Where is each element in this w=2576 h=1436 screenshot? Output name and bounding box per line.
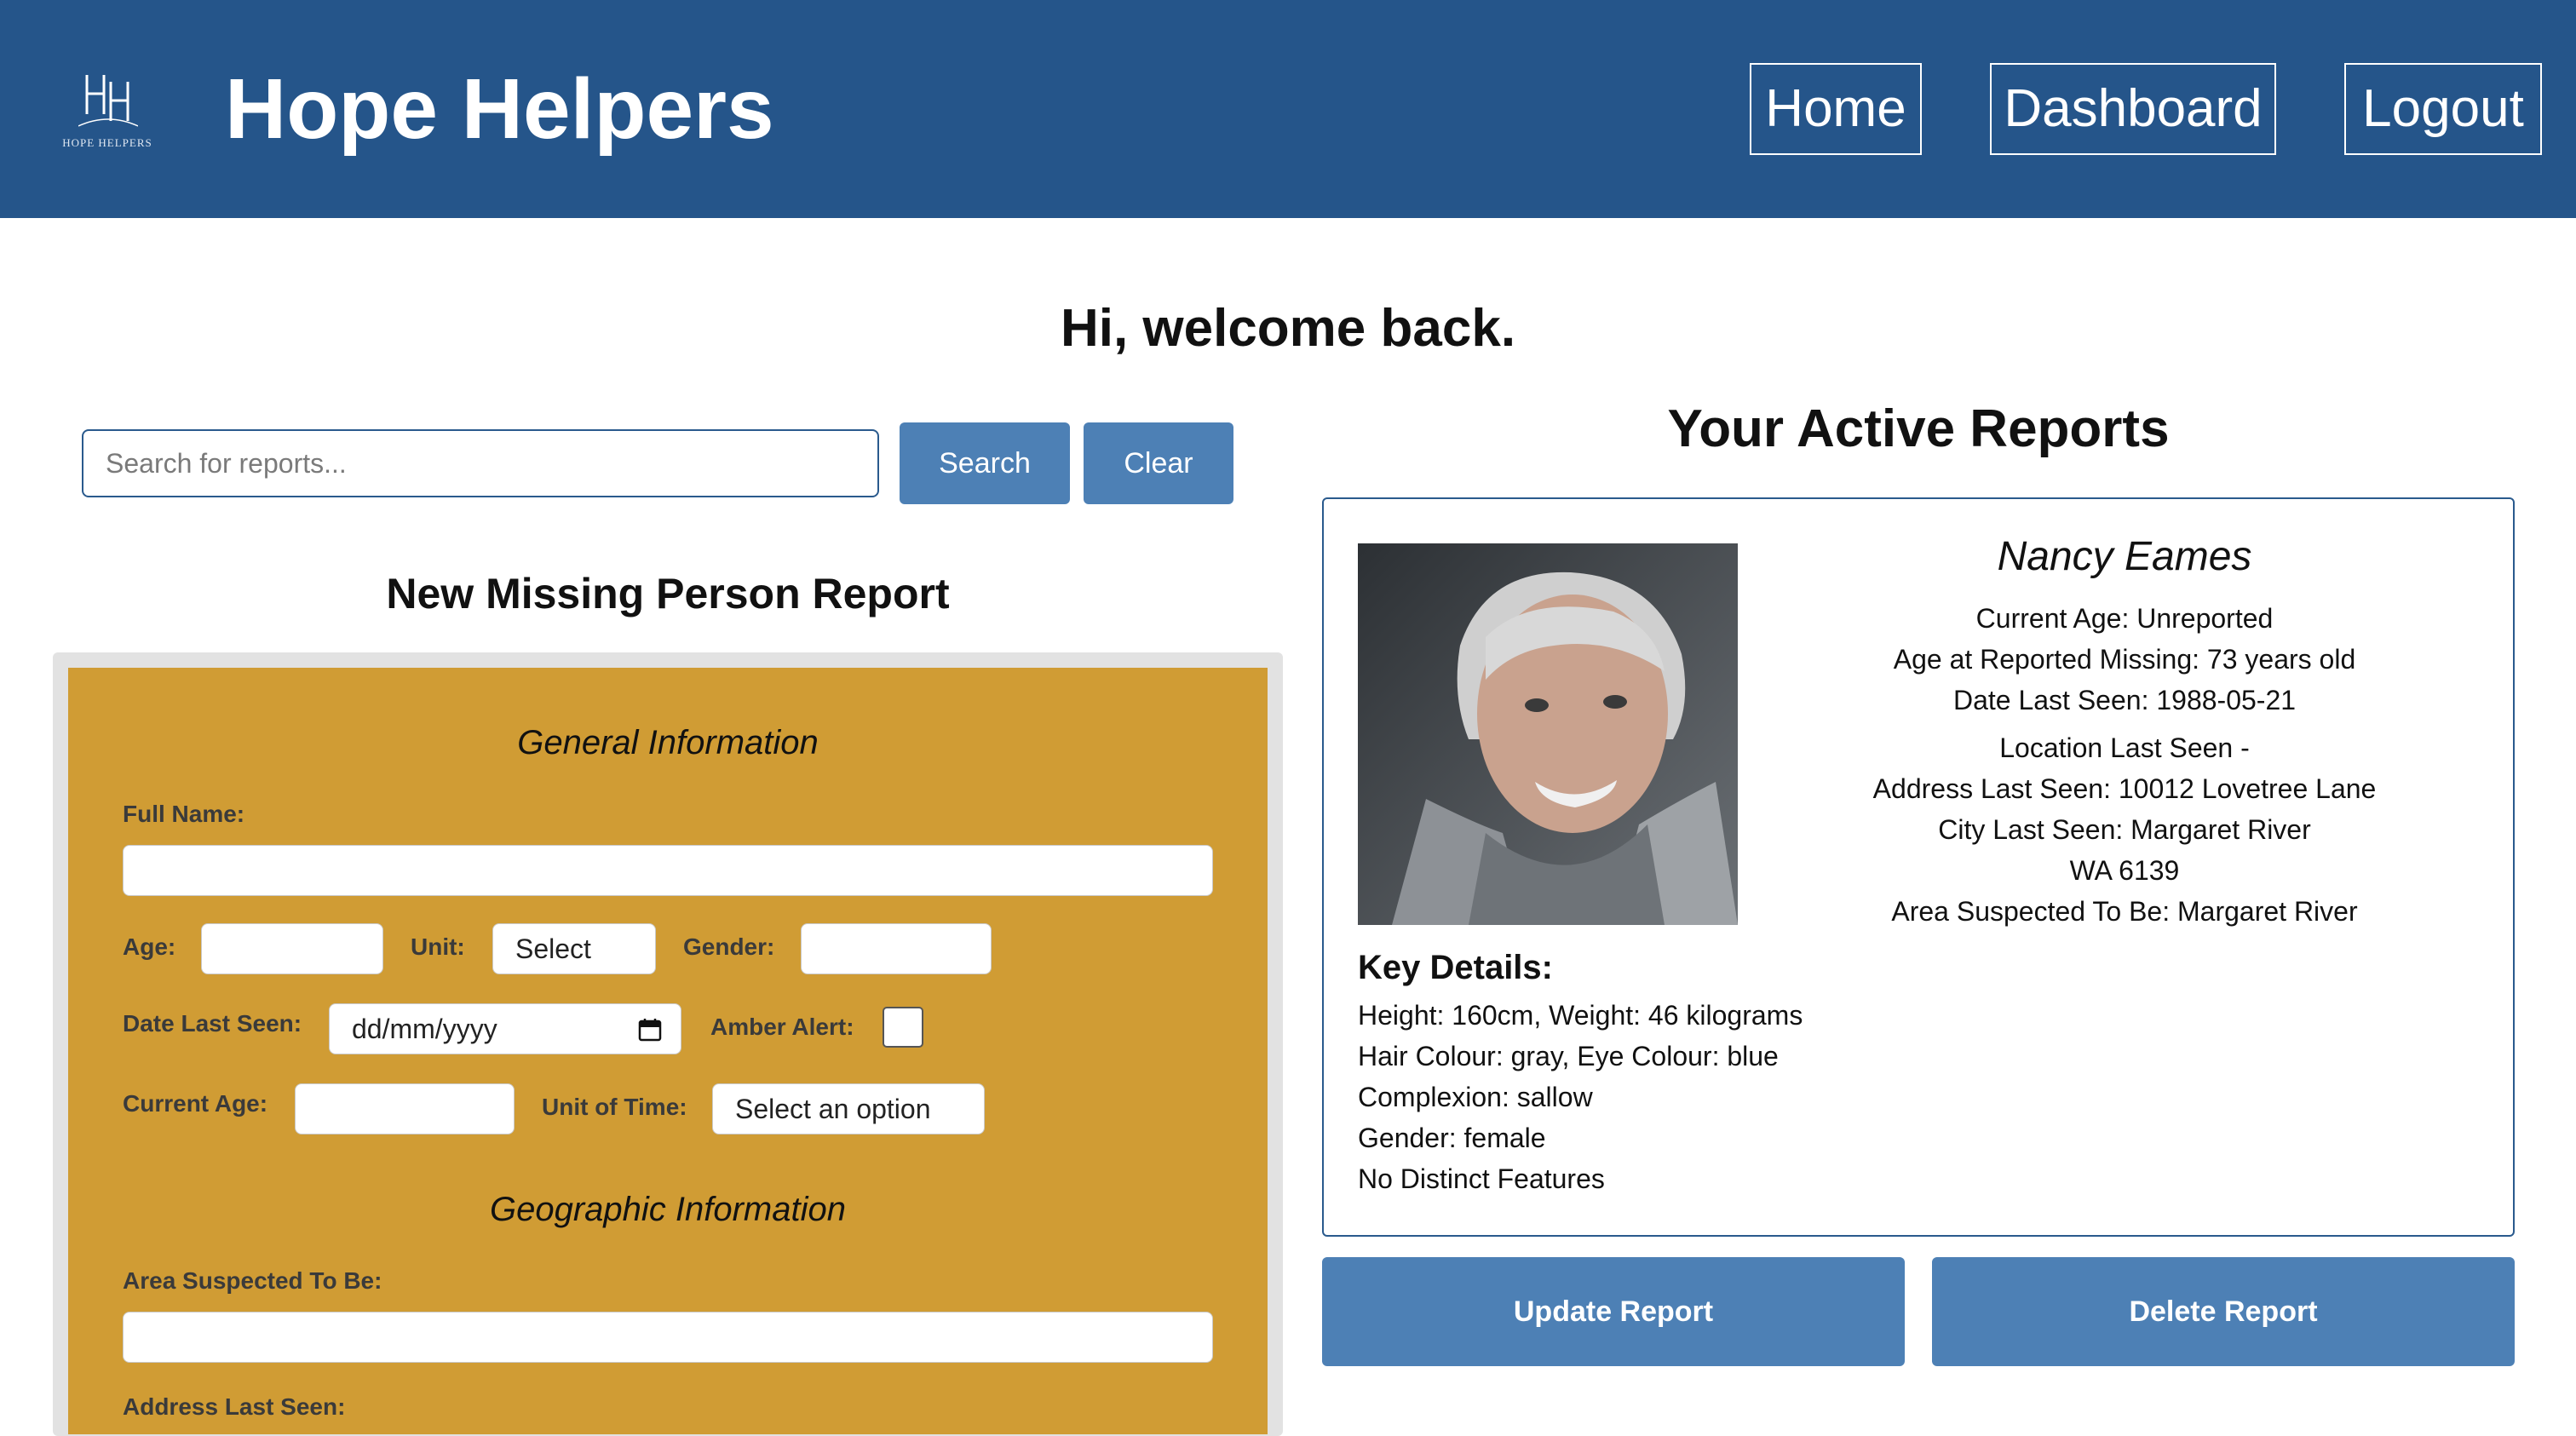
person-photo xyxy=(1358,543,1738,925)
city-text: City Last Seen: Margaret River xyxy=(1938,814,2311,845)
logo-mark-icon xyxy=(78,75,138,127)
general-information-heading: General Information xyxy=(517,724,819,761)
person-name: Nancy Eames xyxy=(1997,534,2252,579)
full-name-input[interactable] xyxy=(123,845,1213,896)
key-detail-line: Height: 160cm, Weight: 46 kilograms xyxy=(1358,1000,1803,1031)
nav-dashboard-button[interactable]: Dashboard xyxy=(1990,63,2276,155)
logo-text: HOPE HELPERS xyxy=(62,136,152,149)
brand-title[interactable]: Hope Helpers xyxy=(225,56,774,162)
key-detail-line: Complexion: sallow xyxy=(1358,1082,1593,1112)
date-last-seen-text: Date Last Seen: 1988-05-21 xyxy=(1952,685,2297,715)
search-button[interactable]: Search xyxy=(900,422,1070,504)
location-heading: Location Last Seen - xyxy=(1999,732,2250,763)
current-age-label: Current Age: xyxy=(123,1090,268,1117)
unit-of-time-select[interactable]: Select an option xyxy=(712,1083,985,1134)
address-last-seen-label: Address Last Seen: xyxy=(123,1393,346,1420)
unit-label: Unit: xyxy=(411,933,465,960)
area-text: Area Suspected To Be: Margaret River xyxy=(1891,896,2358,927)
area-suspected-label: Area Suspected To Be: xyxy=(123,1267,382,1294)
logo[interactable]: HOPE HELPERS xyxy=(55,70,160,152)
search-input[interactable] xyxy=(82,429,879,497)
delete-report-button[interactable]: Delete Report xyxy=(1932,1257,2515,1366)
nav-home-button[interactable]: Home xyxy=(1750,63,1922,155)
new-report-title: New Missing Person Report xyxy=(386,570,950,617)
state-text: WA 6139 xyxy=(2069,855,2180,886)
date-last-seen-input[interactable]: dd/mm/yyyy xyxy=(329,1003,681,1054)
gender-input[interactable] xyxy=(801,923,992,974)
age-input[interactable] xyxy=(201,923,383,974)
key-details-heading: Key Details: xyxy=(1358,949,1553,986)
address-text: Address Last Seen: 10012 Lovetree Lane xyxy=(1872,773,2377,804)
person-portrait-image xyxy=(1358,543,1738,925)
unit-select[interactable]: Select xyxy=(492,923,656,974)
calendar-icon[interactable] xyxy=(638,1018,662,1042)
area-suspected-input[interactable] xyxy=(123,1312,1213,1363)
full-name-label: Full Name: xyxy=(123,801,245,827)
current-age-text: Current Age: Unreported xyxy=(1975,603,2274,634)
geographic-information-heading: Geographic Information xyxy=(489,1191,846,1228)
age-label: Age: xyxy=(123,933,176,960)
unit-of-time-label: Unit of Time: xyxy=(542,1094,687,1120)
key-detail-line: Hair Colour: gray, Eye Colour: blue xyxy=(1358,1041,1779,1071)
current-age-input[interactable] xyxy=(295,1083,515,1134)
date-placeholder: dd/mm/yyyy xyxy=(352,1014,497,1044)
date-last-seen-label: Date Last Seen: xyxy=(123,1010,302,1037)
key-detail-line: Gender: female xyxy=(1358,1123,1546,1153)
gender-label: Gender: xyxy=(683,933,775,960)
key-detail-line: No Distinct Features xyxy=(1358,1163,1605,1194)
welcome-heading: Hi, welcome back. xyxy=(1060,299,1516,358)
top-header: HOPE HELPERS Hope Helpers Home Dashboard… xyxy=(0,0,2576,218)
nav-logout-button[interactable]: Logout xyxy=(2344,63,2542,155)
age-missing-text: Age at Reported Missing: 73 years old xyxy=(1893,644,2356,675)
clear-button[interactable]: Clear xyxy=(1084,422,1233,504)
amber-alert-checkbox[interactable] xyxy=(883,1007,923,1048)
amber-alert-label: Amber Alert: xyxy=(710,1014,854,1040)
active-reports-title: Your Active Reports xyxy=(1667,399,2170,458)
update-report-button[interactable]: Update Report xyxy=(1322,1257,1905,1366)
